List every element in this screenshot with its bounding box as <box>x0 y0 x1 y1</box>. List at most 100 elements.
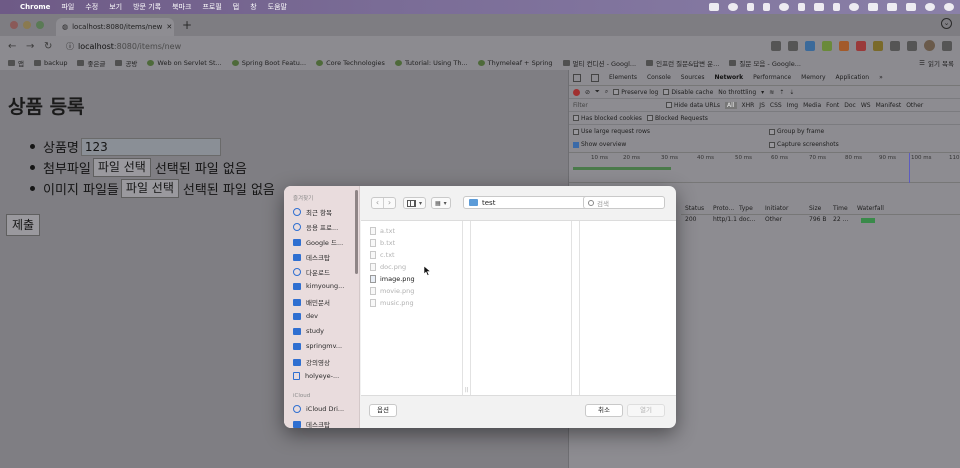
upload-icon[interactable]: ⇡ <box>779 89 784 96</box>
sidebar-item-desktop[interactable]: 데스크탑 <box>293 252 330 262</box>
filter-icon[interactable]: ⏷ <box>595 88 600 96</box>
sidebar-item-folder[interactable]: dev <box>293 312 318 320</box>
sidebar-item-recents[interactable]: 최근 항목 <box>293 207 332 217</box>
bookmark-link[interactable]: Web on Servlet St... <box>147 59 222 67</box>
column-resize-handle[interactable]: || <box>465 387 468 393</box>
filter-font[interactable]: Font <box>826 102 839 109</box>
preserve-log-checkbox[interactable]: Preserve log <box>613 89 658 96</box>
col-protocol[interactable]: Proto... <box>713 205 734 212</box>
sidebar-item-folder[interactable]: 배민문서 <box>293 297 330 307</box>
close-tab-icon[interactable]: ✕ <box>166 23 172 31</box>
bookmark-icon[interactable] <box>763 3 770 11</box>
grid-icon[interactable] <box>814 3 824 11</box>
toggle-icon[interactable] <box>906 3 916 11</box>
image-files-button[interactable]: 파일 선택 <box>120 179 179 198</box>
options-button[interactable]: 옵션 <box>369 404 397 417</box>
bookmark-link[interactable]: Thymeleaf + Spring <box>477 59 553 67</box>
bluetooth-icon[interactable] <box>849 3 859 11</box>
tab-elements[interactable]: Elements <box>609 74 637 81</box>
tab-application[interactable]: Application <box>836 74 870 81</box>
disable-cache-checkbox[interactable]: Disable cache <box>663 89 713 96</box>
tab-network[interactable]: Network <box>715 74 744 81</box>
menu-tab[interactable]: 탭 <box>233 2 239 12</box>
filter-js[interactable]: JS <box>759 102 765 109</box>
sidebar-item-downloads[interactable]: 다운로드 <box>293 267 330 277</box>
minimize-window-icon[interactable] <box>23 21 31 29</box>
item-name-input[interactable]: 123 <box>80 137 221 156</box>
tab-sources[interactable]: Sources <box>681 74 705 81</box>
bookmark-folder[interactable]: 좋은글 <box>77 58 105 68</box>
show-overview-checkbox[interactable]: Show overview <box>573 141 626 148</box>
forward-icon[interactable]: → <box>26 41 36 52</box>
download-icon[interactable]: ⇣ <box>789 89 794 96</box>
bookmark-link[interactable]: 질문 모음 - Google... <box>729 58 801 68</box>
col-status[interactable]: Status <box>685 205 704 212</box>
menu-edit[interactable]: 수정 <box>85 2 98 12</box>
menu-view[interactable]: 보기 <box>109 2 122 12</box>
extension-3-icon[interactable] <box>839 40 849 51</box>
extension-5-icon[interactable] <box>873 40 883 51</box>
bookmark-link[interactable]: Spring Boot Featu... <box>231 59 306 67</box>
hide-data-urls-checkbox[interactable]: Hide data URLs <box>666 102 720 109</box>
filter-all[interactable]: All <box>725 101 737 109</box>
col-size[interactable]: Size <box>809 205 821 212</box>
menu-help[interactable]: 도움말 <box>268 2 287 12</box>
blocked-requests-checkbox[interactable]: Blocked Requests <box>646 115 708 122</box>
device-toolbar-icon[interactable] <box>591 73 599 82</box>
sidebar-item-home[interactable]: kimyoung... <box>293 282 344 290</box>
tab-performance[interactable]: Performance <box>753 74 791 81</box>
browser-tab[interactable]: ◍ localhost:8080/items/new ✕ <box>56 18 174 36</box>
extension-2-icon[interactable] <box>822 40 832 51</box>
inspect-icon[interactable] <box>573 73 581 82</box>
submit-button[interactable]: 제출 <box>6 214 41 236</box>
blocked-cookies-checkbox[interactable]: Has blocked cookies <box>573 115 642 122</box>
tab-memory[interactable]: Memory <box>801 74 825 81</box>
zoom-window-icon[interactable] <box>36 21 44 29</box>
sidebar-item-icloud-desktop[interactable]: 데스크탑 <box>293 419 330 428</box>
reading-list[interactable]: ☰ 읽기 목록 <box>919 56 954 70</box>
info-icon[interactable]: ⓘ <box>66 41 74 52</box>
filter-input[interactable]: Filter <box>573 102 661 109</box>
sidebar-item-applications[interactable]: 응용 프로... <box>293 222 338 232</box>
table-row[interactable]: 200 http/1.1 doc... Other 796 B 22 ... <box>681 216 960 226</box>
bookmark-link[interactable]: 멀티 컨디션 - Googl... <box>562 58 636 68</box>
star-icon[interactable] <box>788 40 798 51</box>
more-tabs-icon[interactable]: » <box>879 74 883 81</box>
col-type[interactable]: Type <box>739 205 753 212</box>
extension-1-icon[interactable] <box>805 40 815 51</box>
menu-window[interactable]: 창 <box>250 2 256 12</box>
bookmark-folder[interactable]: 공방 <box>115 58 137 68</box>
clear-icon[interactable]: ⊘ <box>585 89 590 96</box>
marker-icon[interactable] <box>747 3 754 11</box>
back-icon[interactable]: ← <box>8 41 18 52</box>
puzzle-icon[interactable] <box>890 40 900 51</box>
throttling-select[interactable]: No throttling <box>718 89 756 96</box>
battery-icon[interactable] <box>887 3 897 11</box>
forward-button[interactable]: › <box>384 198 395 208</box>
capture-screenshots-checkbox[interactable]: Capture screenshots <box>769 141 839 148</box>
cloud-icon[interactable] <box>779 3 789 11</box>
sidebar-scrollbar[interactable] <box>355 190 358 274</box>
close-window-icon[interactable] <box>10 21 18 29</box>
extension-4-icon[interactable] <box>856 40 866 51</box>
sidebar-item-document[interactable]: holyeye-... <box>293 372 339 380</box>
group-by-frame-checkbox[interactable]: Group by frame <box>769 128 824 135</box>
cancel-button[interactable]: 취소 <box>585 404 623 417</box>
sidebar-item-google-drive[interactable]: Google 드... <box>293 237 343 247</box>
more-menu-icon[interactable] <box>942 40 952 51</box>
tab-search-icon[interactable]: ⌄ <box>941 18 952 29</box>
group-button[interactable]: ▦ ▾ <box>431 197 451 209</box>
sidebar-item-folder[interactable]: springmv... <box>293 342 342 350</box>
wifi-icon[interactable] <box>868 3 878 11</box>
sync-icon[interactable] <box>728 3 738 11</box>
filter-doc[interactable]: Doc <box>844 102 856 109</box>
bookmark-folder[interactable]: backup <box>33 59 67 67</box>
menu-app-name[interactable]: Chrome <box>20 3 50 11</box>
back-button[interactable]: ‹ <box>372 198 384 208</box>
view-mode-button[interactable]: ▾ <box>403 197 427 209</box>
menu-file[interactable]: 파일 <box>61 2 74 12</box>
col-time[interactable]: Time <box>833 205 848 212</box>
menu-bookmarks[interactable]: 북마크 <box>172 2 191 12</box>
zoom-icon[interactable] <box>771 40 781 51</box>
large-rows-checkbox[interactable]: Use large request rows <box>573 128 650 135</box>
